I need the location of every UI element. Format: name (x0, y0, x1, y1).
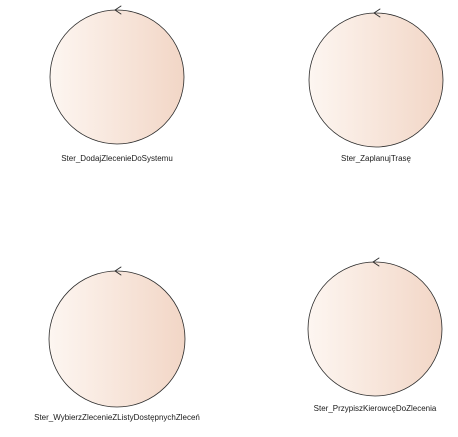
control-label: Ster_PrzypiszKierowcęDoZlecenia (314, 404, 437, 413)
control-node-przypisz-kierowce[interactable]: Ster_PrzypiszKierowcęDoZlecenia (307, 257, 443, 413)
control-node-wybierz-zlecenie[interactable]: Ster_WybierzZlecenieZListyDostępnychZlec… (34, 266, 200, 422)
control-circle (48, 270, 186, 408)
control-circle (49, 9, 185, 145)
control-circle (308, 12, 444, 148)
control-label: Ster_DodajZlecenieDoSystemu (61, 154, 173, 163)
control-node-zaplanuj-trase[interactable]: Ster_ZaplanujTrasę (308, 8, 444, 163)
control-label: Ster_WybierzZlecenieZListyDostępnychZlec… (34, 413, 200, 422)
control-node-dodaj-zlecenie[interactable]: Ster_DodajZlecenieDoSystemu (49, 5, 185, 163)
diagram-canvas: Ster_DodajZlecenieDoSystemu Ster_Zaplanu… (34, 5, 444, 422)
control-circle (307, 261, 443, 397)
control-label: Ster_ZaplanujTrasę (341, 154, 412, 163)
